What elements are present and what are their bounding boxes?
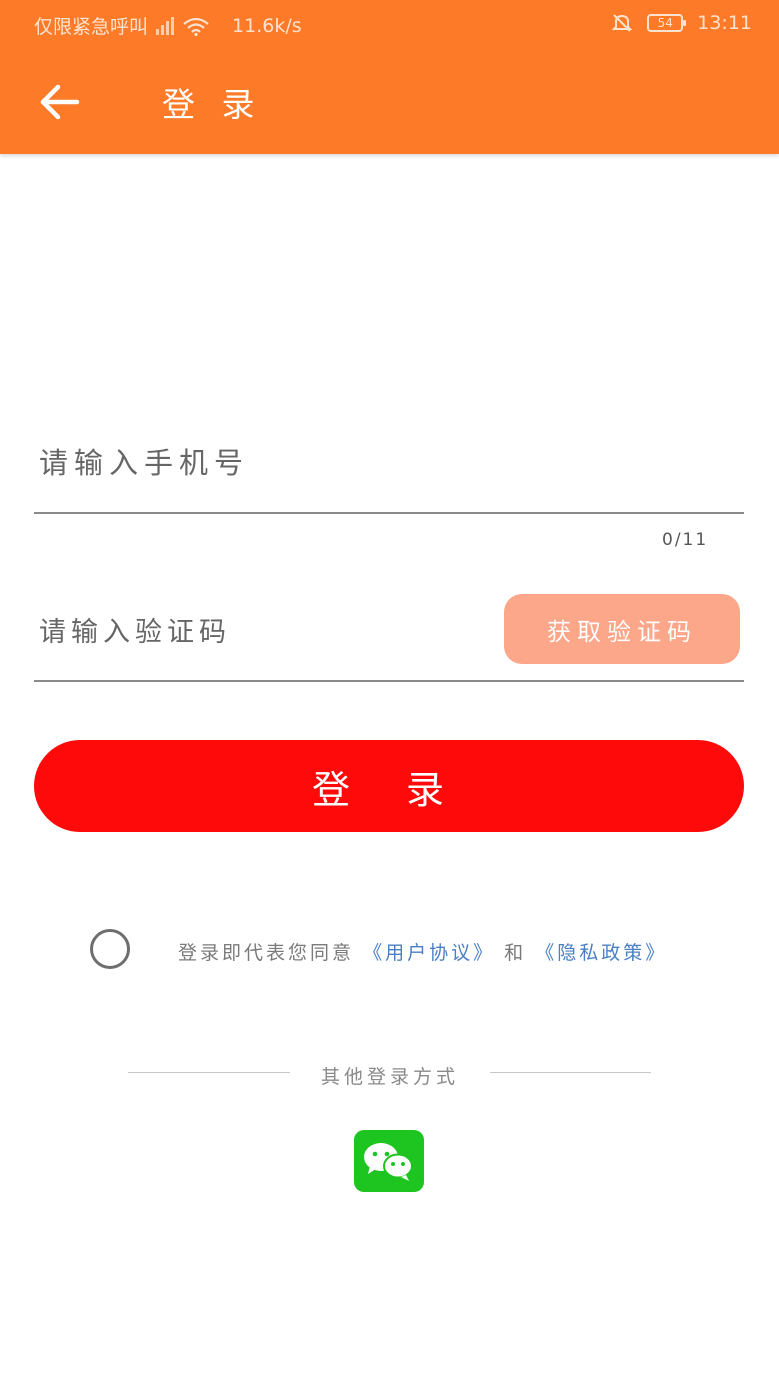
phone-field [34, 432, 744, 514]
verification-code-input[interactable] [39, 608, 479, 656]
get-code-button[interactable]: 获取验证码 [504, 594, 740, 664]
privacy-policy-link[interactable]: 《隐私政策》 [535, 942, 667, 964]
divider-left [128, 1072, 290, 1073]
status-left: 仅限紧急呼叫 11.6k/s [34, 12, 302, 39]
status-time: 13:11 [697, 12, 752, 34]
nav-bar: 登 录 [0, 50, 779, 154]
status-right: 54 13:11 [611, 12, 752, 34]
user-agreement-link[interactable]: 《用户协议》 [363, 942, 495, 964]
battery-icon: 54 [647, 14, 687, 32]
signal-icon [156, 16, 175, 35]
agreement-conjunction: 和 [504, 942, 527, 964]
code-field: 获取验证码 [34, 592, 744, 682]
wechat-login-button[interactable] [354, 1130, 424, 1192]
agreement-prefix: 登录即代表您同意 [178, 942, 355, 964]
back-button[interactable] [30, 72, 90, 132]
status-bar: 仅限紧急呼叫 11.6k/s 54 13:11 [0, 0, 779, 50]
app-header: 仅限紧急呼叫 11.6k/s 54 13:11 登 录 [0, 0, 779, 154]
login-button[interactable]: 登 录 [34, 740, 744, 832]
phone-input[interactable] [39, 438, 719, 488]
carrier-text: 仅限紧急呼叫 [34, 16, 149, 38]
agreement-text: 登录即代表您同意 《用户协议》 和 《隐私政策》 [178, 938, 667, 965]
wifi-icon [183, 17, 209, 36]
wechat-icon [364, 1143, 413, 1181]
agreement-radio[interactable] [90, 929, 130, 969]
page-title: 登 录 [162, 85, 263, 124]
divider-right [490, 1072, 651, 1073]
network-speed: 11.6k/s [232, 14, 302, 37]
other-login-label: 其他登录方式 [320, 1066, 459, 1088]
arrow-left-icon [40, 84, 80, 120]
phone-char-counter: 0/11 [662, 530, 709, 550]
battery-level: 54 [657, 16, 673, 30]
mute-icon [611, 14, 633, 32]
